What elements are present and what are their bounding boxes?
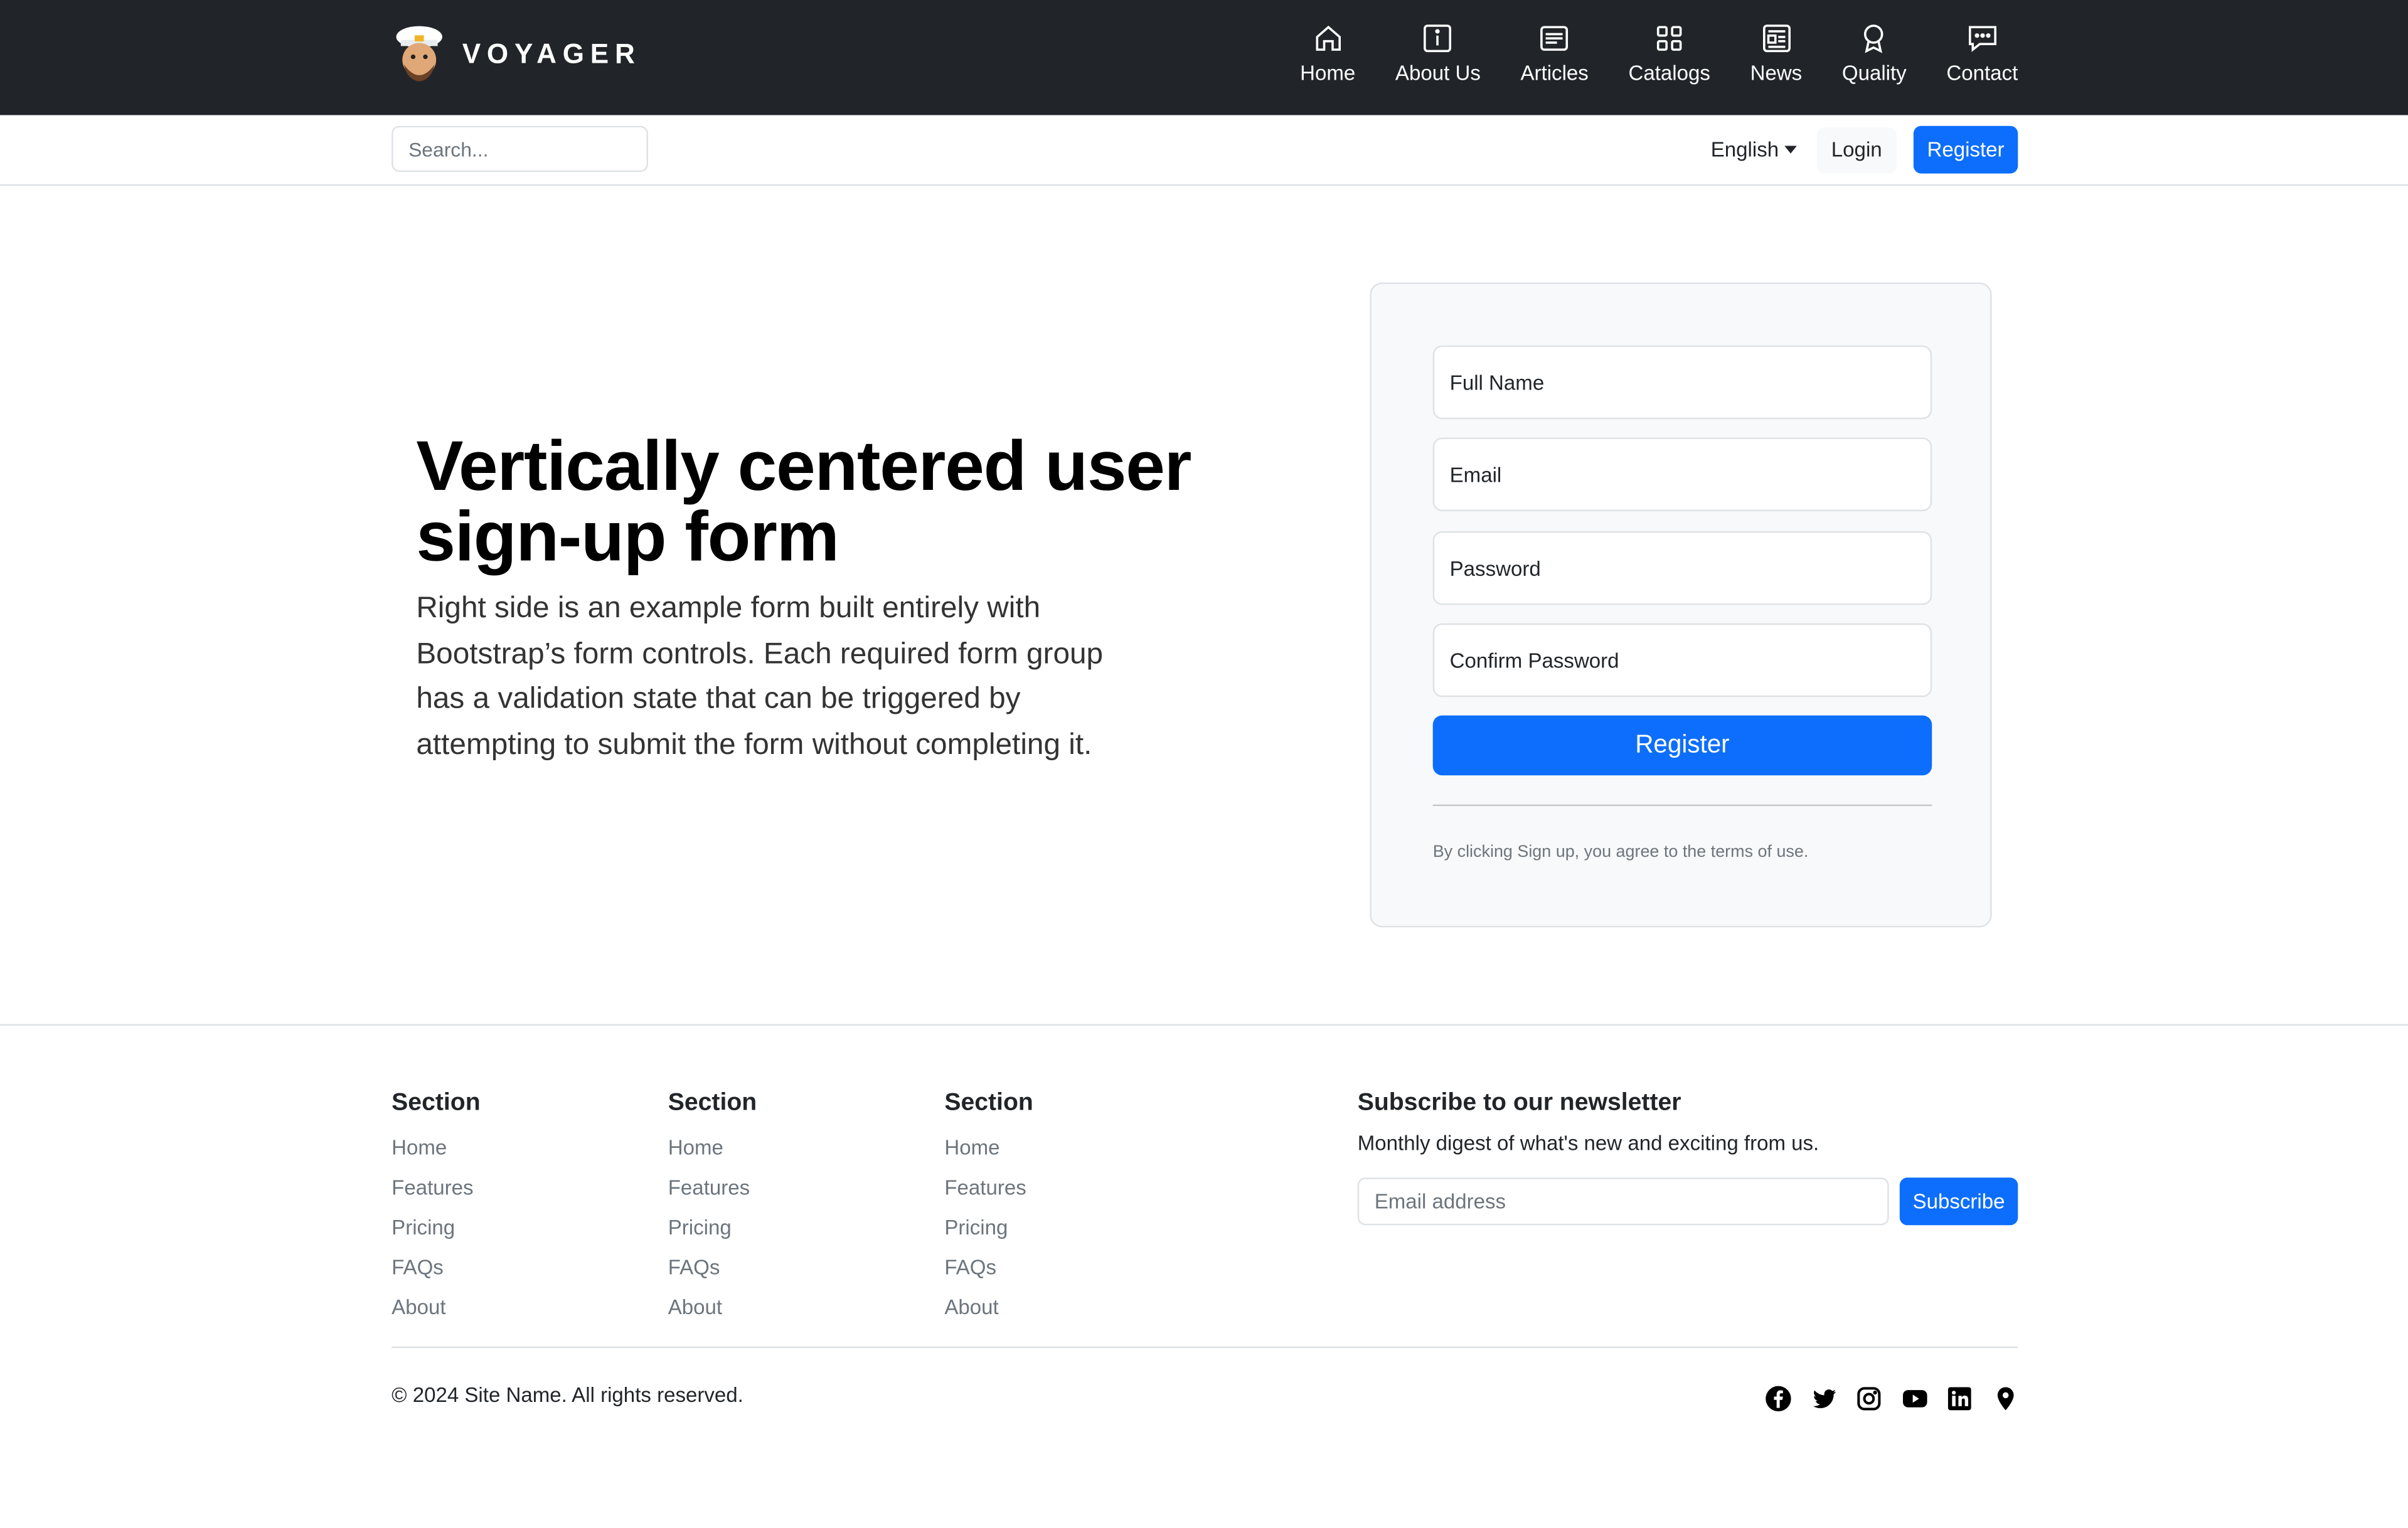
footer-divider [392,1346,2018,1349]
footer-section-title: Section [392,1090,481,1117]
chevron-down-icon [1784,146,1798,154]
login-button[interactable]: Login [1816,127,1897,174]
brand-name: VOYAGER [462,37,641,68]
location-icon[interactable] [1991,1385,2018,1413]
submit-register-button[interactable]: Register [1432,715,1932,776]
full-name-field[interactable] [1432,345,1932,420]
nav-item-catalogs[interactable]: Catalogs [1628,21,1710,85]
confirm-password-field[interactable] [1432,623,1932,698]
signup-form-card: Register By clicking Sign up, you agree … [1370,282,1992,928]
nav-item-quality[interactable]: Quality [1841,21,1907,85]
language-label: English [1710,138,1779,162]
award-icon [1865,24,1884,53]
nav-item-contact[interactable]: Contact [1946,21,2018,85]
nav-item-label: Contact [1946,61,2018,85]
nav-item-label: About Us [1395,61,1481,85]
grid-icon [1656,26,1682,51]
email-field[interactable] [1432,437,1932,512]
subscribe-button[interactable]: Subscribe [1899,1177,2018,1226]
social-links [1764,1385,2036,1413]
footer-section-title: Section [668,1090,757,1117]
home-icon [1315,25,1340,51]
nav-item-articles[interactable]: Articles [1520,21,1589,85]
chat-icon [1968,26,1996,52]
footer-link-pricing[interactable]: Pricing [668,1208,757,1248]
footer-link-home[interactable]: Home [668,1128,757,1169]
nav-item-label: Articles [1520,61,1589,85]
newsletter-title: Subscribe to our newsletter [1357,1090,1681,1117]
footer-link-about[interactable]: About [944,1288,1033,1329]
language-dropdown[interactable]: English [1702,127,1806,173]
footer-link-features[interactable]: Features [944,1169,1033,1209]
twitter-icon[interactable] [1810,1385,1838,1413]
newsletter-subtitle: Monthly digest of what's new and excitin… [1357,1131,1819,1155]
footer-link-pricing[interactable]: Pricing [392,1208,480,1248]
footer-top-border [0,1024,2408,1026]
search-input[interactable] [392,125,648,172]
sub-toolbar: English Login Register [0,115,2408,186]
copyright-text: © 2024 Site Name. All rights reserved. [392,1383,743,1407]
footer-section-3: Section Home Features Pricing FAQs About [944,1088,1033,1328]
newspaper-icon [1762,24,1790,53]
terms-note: By clicking Sign up, you agree to the te… [1432,842,1809,862]
top-navbar: VOYAGER Home About Us Articles Catalogs … [0,0,2408,115]
main-nav: Home About Us Articles Catalogs News Qua… [1260,21,2018,85]
articles-icon [1540,26,1569,51]
facebook-icon[interactable] [1764,1385,1792,1413]
info-icon [1424,24,1452,53]
footer-link-home[interactable]: Home [944,1128,1033,1169]
nav-item-about-us[interactable]: About Us [1395,21,1481,85]
page-title: Vertically centered user sign-up form [416,425,1191,576]
footer-section-2: Section Home Features Pricing FAQs About [668,1088,757,1328]
nav-item-label: Quality [1841,61,1907,85]
register-button[interactable]: Register [1913,125,2018,174]
form-divider [1432,804,1932,807]
nav-item-label: News [1750,61,1803,85]
instagram-icon[interactable] [1855,1385,1883,1413]
footer-section-1: Section Home Features Pricing FAQs About [392,1088,480,1328]
footer-link-faqs[interactable]: FAQs [668,1248,757,1288]
footer-link-home[interactable]: Home [392,1128,480,1169]
nav-item-home[interactable]: Home [1300,21,1356,85]
nav-item-label: Home [1300,61,1356,85]
footer-link-features[interactable]: Features [392,1169,480,1209]
footer-link-faqs[interactable]: FAQs [944,1248,1033,1288]
newsletter-email-input[interactable] [1357,1177,1889,1226]
footer-link-about[interactable]: About [392,1288,480,1329]
password-field[interactable] [1432,531,1932,605]
footer-link-faqs[interactable]: FAQs [392,1248,480,1288]
linkedin-icon[interactable] [1946,1385,1973,1413]
brand-logo[interactable]: VOYAGER [392,21,641,86]
captain-logo-icon [392,21,447,86]
footer-link-features[interactable]: Features [668,1169,757,1209]
hero-description: Right side is an example form built enti… [416,591,1104,761]
footer-section-title: Section [944,1090,1033,1117]
footer-link-about[interactable]: About [668,1288,757,1329]
nav-item-news[interactable]: News [1750,21,1803,85]
nav-item-label: Catalogs [1628,61,1710,85]
footer-link-pricing[interactable]: Pricing [944,1208,1033,1248]
youtube-icon[interactable] [1900,1385,1928,1413]
